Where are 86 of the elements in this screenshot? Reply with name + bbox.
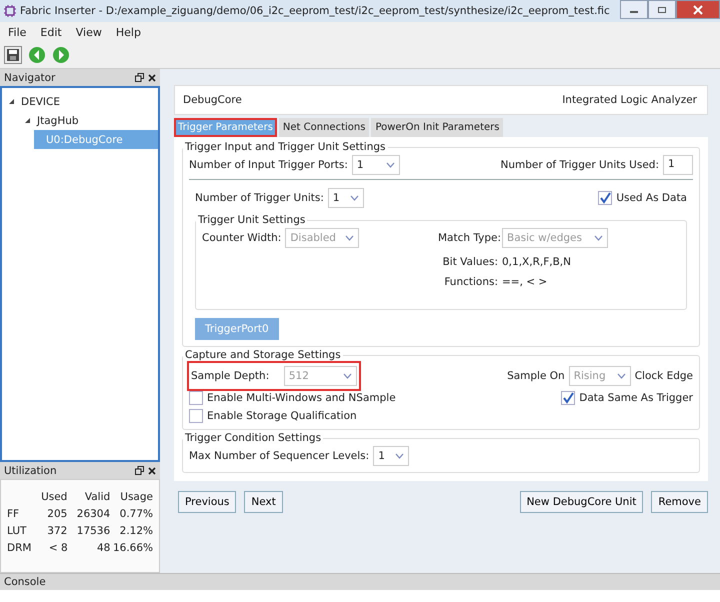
expand-icon[interactable] <box>24 117 31 124</box>
forward-icon[interactable] <box>52 46 70 64</box>
ports-dropdown[interactable]: 1 <box>352 155 400 175</box>
tree-label: JtagHub <box>37 114 79 126</box>
core-name: DebugCore <box>183 94 242 106</box>
maximize-icon <box>657 6 667 14</box>
field-label: Sample On <box>507 370 565 382</box>
panel-title: Utilization <box>4 464 58 476</box>
action-button[interactable]: Remove <box>651 491 708 513</box>
field-label: Number of Trigger Units Used: <box>500 159 659 171</box>
checkbox-label: Enable Multi-Windows and NSample <box>207 392 396 404</box>
tree-label: DEVICE <box>21 96 60 108</box>
action-button[interactable]: New DebugCore Unit <box>520 491 644 513</box>
group-title: Trigger Condition Settings <box>184 432 322 444</box>
menu-item[interactable]: Edit <box>40 26 62 38</box>
float-icon[interactable] <box>135 73 144 82</box>
field-label: Functions: <box>443 276 498 288</box>
close-icon <box>693 4 703 14</box>
save-icon[interactable] <box>4 46 22 64</box>
checkbox[interactable] <box>561 391 576 405</box>
group-title: Capture and Storage Settings <box>184 349 342 361</box>
field-value: ==, < > <box>502 276 548 288</box>
checkbox-label: Enable Storage Qualification <box>207 410 357 422</box>
nav-button[interactable]: Next <box>244 491 283 513</box>
table-cell-text: 372 <box>46 524 68 536</box>
tree-item[interactable]: JtagHub <box>18 111 158 130</box>
tab[interactable]: PowerOn Init Parameters <box>371 118 504 137</box>
field-label: Number of Trigger Units: <box>195 192 324 204</box>
levels-dropdown[interactable]: 1 <box>373 446 410 466</box>
close-icon[interactable] <box>148 74 156 82</box>
chip-icon <box>4 5 16 17</box>
column-header: Used <box>40 490 68 502</box>
row-label: DRM <box>7 542 29 554</box>
minimize-button[interactable] <box>620 0 648 19</box>
table-cell-text: 16.66% <box>112 542 153 554</box>
field-label: Match Type: <box>438 232 498 244</box>
chevron-down-icon <box>350 195 359 201</box>
panel-title: Console <box>4 576 47 588</box>
field-label: Max Number of Sequencer Levels: <box>189 450 370 462</box>
chevron-down-icon <box>594 235 603 241</box>
tree-item[interactable]: DEVICE <box>2 92 158 111</box>
tab[interactable]: Net Connections <box>278 118 370 137</box>
checkbox[interactable] <box>598 191 612 205</box>
row-label: FF <box>7 508 20 520</box>
checkbox[interactable] <box>189 409 203 423</box>
row-label: LUT <box>7 524 28 536</box>
nav-button[interactable]: Previous <box>178 491 236 513</box>
window-title: Fabric Inserter - D:/example_ziguang/demo/06_i2c_eeprom_test/i2c_eeprom_test/synthesize/i2c_eeprom_test.fic <box>20 5 611 17</box>
field-label: Number of Input Trigger Ports: <box>189 159 348 171</box>
menu-item[interactable]: View <box>76 26 102 38</box>
checkbox-label: Data Same As Trigger <box>579 392 693 404</box>
table-cell-text: 0.77% <box>118 508 153 520</box>
menu-item[interactable]: Help <box>116 26 141 38</box>
field-label: Sample Depth: <box>191 370 270 382</box>
chevron-down-icon <box>386 162 395 168</box>
expand-icon[interactable] <box>8 98 15 105</box>
column-header: Usage <box>119 490 153 502</box>
chevron-down-icon <box>395 453 404 459</box>
group-title: Trigger Unit Settings <box>197 214 306 226</box>
panel-title: Navigator <box>4 72 56 84</box>
maximize-button[interactable] <box>648 0 676 19</box>
field-label: Counter Width: <box>202 232 282 244</box>
table-cell-text: 2.12% <box>118 524 153 536</box>
checkbox[interactable] <box>189 391 203 405</box>
table-cell-text: 205 <box>46 508 68 520</box>
chevron-down-icon <box>343 373 352 379</box>
table-cell-text: 26304 <box>76 508 110 520</box>
units-used-field[interactable]: 1 <box>663 155 693 175</box>
close-button[interactable] <box>676 0 720 19</box>
checkbox-label: Used As Data <box>616 192 687 204</box>
field-label: Bit Values: <box>442 256 498 268</box>
menu-item[interactable]: File <box>8 26 26 38</box>
units-dropdown[interactable]: 1 <box>328 188 364 208</box>
float-icon[interactable] <box>135 466 144 475</box>
table-cell-text: 17536 <box>76 524 110 536</box>
table-cell-text: < 8 <box>48 542 68 554</box>
close-icon[interactable] <box>148 466 156 474</box>
core-type: Integrated Logic Analyzer <box>562 94 697 106</box>
chevron-down-icon <box>616 373 626 379</box>
column-header: Valid <box>84 490 110 502</box>
field-value: 0,1,X,R,F,B,N <box>502 256 571 268</box>
table-cell-text: 48 <box>96 542 110 554</box>
back-icon[interactable] <box>28 46 46 64</box>
field-label: Clock Edge <box>634 370 693 382</box>
chevron-down-icon <box>345 235 354 241</box>
group-title: Trigger Input and Trigger Unit Settings <box>184 141 386 153</box>
